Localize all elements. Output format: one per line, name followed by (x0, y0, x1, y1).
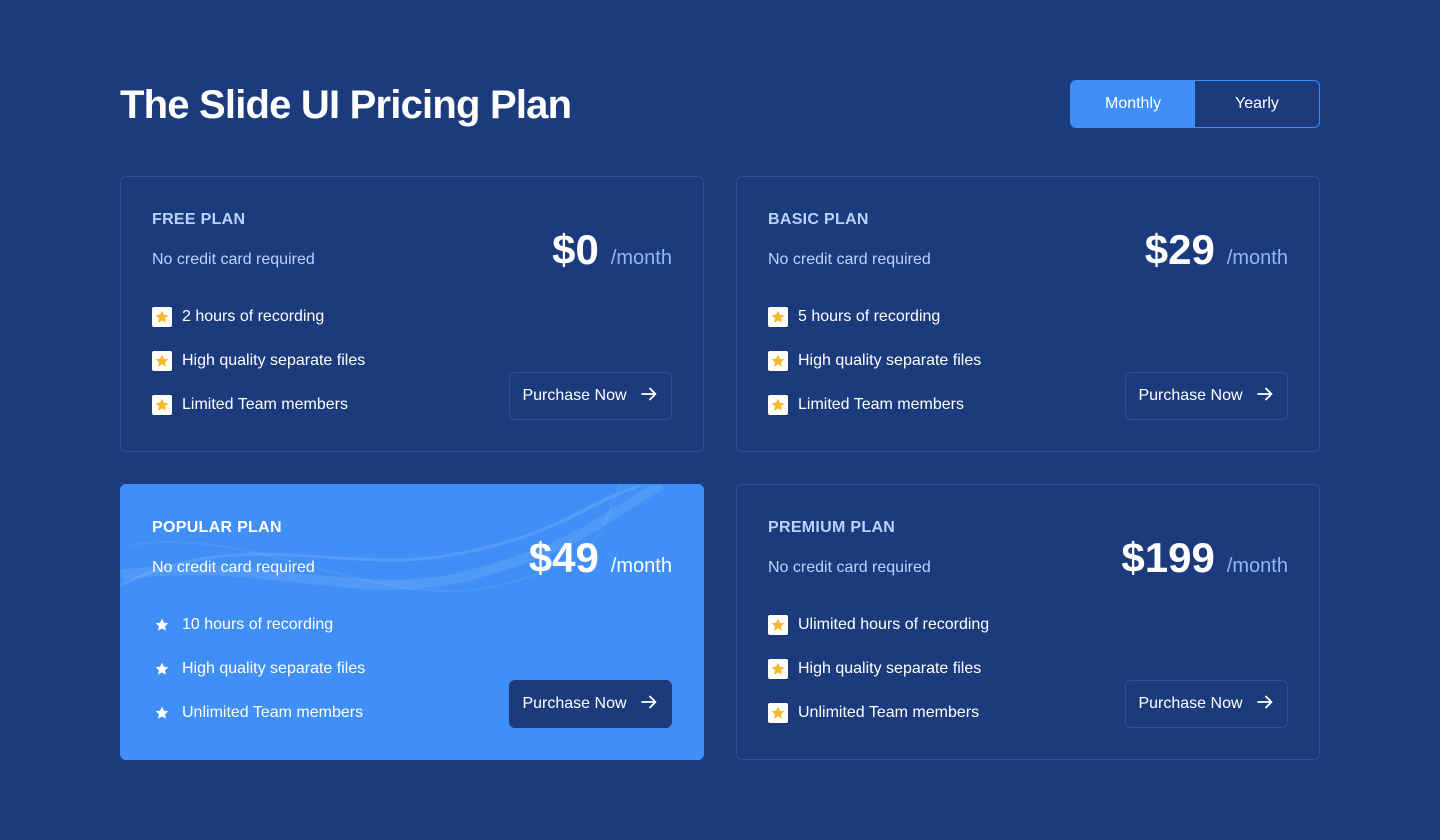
feature-item: High quality separate files (152, 659, 365, 679)
plan-price: $199 (1121, 534, 1215, 581)
feature-item: Unlimited Team members (152, 703, 365, 723)
feature-list: Ulimited hours of recording High quality… (768, 615, 989, 747)
star-icon (768, 615, 788, 635)
price-block: $29 /month (1145, 227, 1288, 273)
star-icon (768, 395, 788, 415)
monthly-toggle-button[interactable]: Monthly (1071, 81, 1195, 127)
plan-name: PREMIUM PLAN (768, 519, 896, 536)
plan-card-premium: PREMIUM PLAN No credit card required $19… (736, 484, 1320, 760)
feature-list: 5 hours of recording High quality separa… (768, 307, 981, 439)
star-icon (152, 307, 172, 327)
pricing-page: The Slide UI Pricing Plan Monthly Yearly… (0, 0, 1440, 840)
feature-item: Limited Team members (768, 395, 981, 415)
feature-item: Ulimited hours of recording (768, 615, 989, 635)
feature-label: Unlimited Team members (182, 704, 364, 721)
star-icon (768, 703, 788, 723)
yearly-toggle-button[interactable]: Yearly (1195, 81, 1319, 127)
feature-label: Unlimited Team members (798, 704, 980, 721)
plan-subtitle: No credit card required (768, 559, 931, 576)
feature-label: High quality separate files (182, 660, 366, 677)
plan-subtitle: No credit card required (768, 251, 931, 268)
feature-item: Unlimited Team members (768, 703, 989, 723)
price-block: $199 /month (1121, 535, 1288, 581)
arrow-right-icon (639, 384, 659, 409)
feature-label: High quality separate files (798, 660, 982, 677)
purchase-button-label: Purchase Now (522, 387, 627, 404)
plan-subtitle: No credit card required (152, 251, 315, 268)
plan-subtitle: No credit card required (152, 559, 315, 576)
star-icon (768, 351, 788, 371)
plan-name: POPULAR PLAN (152, 519, 282, 536)
feature-item: High quality separate files (768, 351, 981, 371)
plan-price: $49 (528, 534, 599, 581)
feature-item: High quality separate files (152, 351, 365, 371)
feature-label: 5 hours of recording (798, 308, 941, 325)
feature-label: Limited Team members (182, 396, 348, 413)
plan-card-basic: BASIC PLAN No credit card required $29 /… (736, 176, 1320, 452)
feature-label: 10 hours of recording (182, 616, 334, 633)
feature-label: High quality separate files (798, 352, 982, 369)
feature-item: 2 hours of recording (152, 307, 365, 327)
purchase-button-label: Purchase Now (522, 695, 627, 712)
star-icon (152, 395, 172, 415)
feature-item: 5 hours of recording (768, 307, 981, 327)
star-icon (768, 659, 788, 679)
feature-item: High quality separate files (768, 659, 989, 679)
feature-label: 2 hours of recording (182, 308, 325, 325)
page-title: The Slide UI Pricing Plan (120, 83, 572, 127)
plan-price: $29 (1144, 226, 1215, 273)
arrow-right-icon (1255, 384, 1275, 409)
purchase-now-button[interactable]: Purchase Now (1125, 680, 1288, 728)
star-icon (152, 659, 172, 679)
plan-period: /month (610, 555, 672, 577)
purchase-button-label: Purchase Now (1138, 695, 1243, 712)
plan-period: /month (1226, 555, 1288, 577)
plan-price: $0 (552, 226, 599, 273)
star-icon (768, 307, 788, 327)
plan-period: /month (610, 247, 672, 269)
star-icon (152, 615, 172, 635)
purchase-button-label: Purchase Now (1138, 387, 1243, 404)
price-block: $49 /month (529, 535, 672, 581)
plan-name: FREE PLAN (152, 211, 246, 228)
arrow-right-icon (1255, 692, 1275, 717)
feature-label: High quality separate files (182, 352, 366, 369)
arrow-right-icon (639, 692, 659, 717)
purchase-now-button[interactable]: Purchase Now (509, 680, 672, 728)
feature-list: 2 hours of recording High quality separa… (152, 307, 365, 439)
plan-period: /month (1226, 247, 1288, 269)
feature-label: Ulimited hours of recording (798, 616, 990, 633)
billing-toggle: Monthly Yearly (1070, 80, 1320, 128)
plan-card-popular: POPULAR PLAN No credit card required $49… (120, 484, 704, 760)
feature-item: Limited Team members (152, 395, 365, 415)
feature-label: Limited Team members (798, 396, 964, 413)
feature-item: 10 hours of recording (152, 615, 365, 635)
plan-name: BASIC PLAN (768, 211, 869, 228)
star-icon (152, 351, 172, 371)
purchase-now-button[interactable]: Purchase Now (509, 372, 672, 420)
purchase-now-button[interactable]: Purchase Now (1125, 372, 1288, 420)
star-icon (152, 703, 172, 723)
plan-card-free: FREE PLAN No credit card required $0 /mo… (120, 176, 704, 452)
price-block: $0 /month (552, 227, 672, 273)
feature-list: 10 hours of recording High quality separ… (152, 615, 365, 747)
